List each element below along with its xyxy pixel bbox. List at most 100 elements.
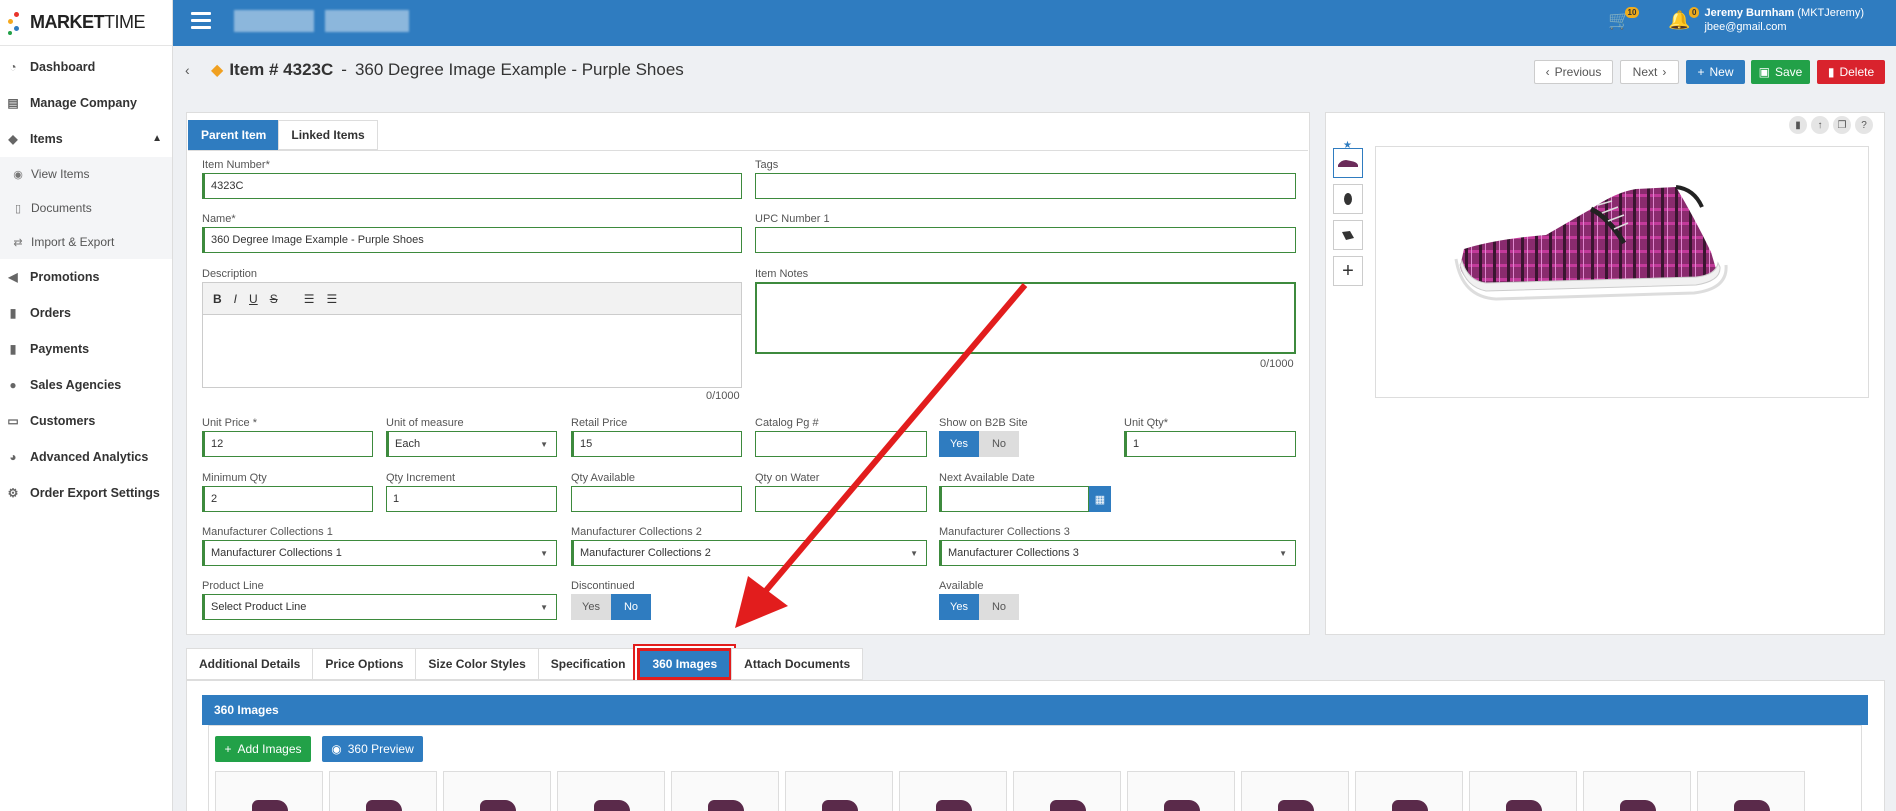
tab-additional-details[interactable]: Additional Details [186,648,314,680]
sidebar-subitem-view-items[interactable]: ◉ View Items [0,157,172,191]
tab-attach-documents[interactable]: Attach Documents [731,648,864,680]
tab-parent-item[interactable]: Parent Item [188,120,280,150]
item-notes-textarea[interactable] [755,282,1296,354]
360-image-thumbnail[interactable] [1697,771,1805,811]
sidebar-item-manage-company[interactable]: ▤ Manage Company [0,85,172,121]
sidebar-item-label: Customers [30,414,96,428]
360-image-thumbnail[interactable] [1127,771,1235,811]
sidebar-item-label: Order Export Settings [30,486,160,500]
sidebar-item-promotions[interactable]: ◀ Promotions [0,259,172,295]
unit-of-measure-value: Each [395,438,421,450]
b2b-no-option[interactable]: No [979,431,1019,457]
360-image-thumbnail[interactable] [215,771,323,811]
megaphone-icon: ◀ [8,270,18,284]
file-icon: ▮ [9,306,17,320]
item-tabs: Parent Item Linked Items [188,120,378,150]
manufacturer-collections-1-select[interactable]: Manufacturer Collections 1 ▼ [202,540,557,566]
360-image-thumbnail[interactable] [329,771,437,811]
name-field[interactable]: 360 Degree Image Example - Purple Shoes [202,227,742,253]
description-editor[interactable]: B I U S ☰ ☰ [202,282,742,388]
tags-field[interactable] [755,173,1296,199]
bullet-list-icon[interactable]: ☰ [326,292,337,306]
sidebar-item-orders[interactable]: ▮ Orders [0,295,172,331]
unit-of-measure-select[interactable]: Each ▼ [386,431,557,457]
add-images-button[interactable]: + Add Images [215,736,311,762]
360-image-thumbnail[interactable] [785,771,893,811]
qty-increment-field[interactable]: 1 [386,486,557,512]
upload-icon[interactable]: ↑ [1811,116,1829,134]
item-number-field[interactable]: 4323C [202,173,742,199]
delete-button[interactable]: ▮ Delete [1817,60,1885,84]
italic-icon[interactable]: I [234,292,237,306]
sidebar-item-items[interactable]: ◆ Items ▲ [0,121,172,157]
primary-image-thumbnail[interactable]: ★ [1333,140,1363,178]
360-image-thumbnail[interactable] [671,771,779,811]
cart-icon[interactable]: 🛒 10 [1608,7,1640,31]
sidebar-subitem-documents[interactable]: ▯ Documents [0,191,172,225]
item-image-preview[interactable] [1375,146,1869,398]
sidebar-item-sales-agencies[interactable]: ● Sales Agencies [0,367,172,403]
available-toggle[interactable]: Yes No [939,594,1019,620]
360-image-thumbnail[interactable] [1583,771,1691,811]
360-image-thumbnail[interactable] [443,771,551,811]
360-image-thumbnail[interactable] [1469,771,1577,811]
manufacturer-collections-2-select[interactable]: Manufacturer Collections 2 ▼ [571,540,927,566]
minimum-qty-field[interactable]: 2 [202,486,373,512]
image-thumbnail-3[interactable] [1333,220,1363,250]
back-chevron-icon[interactable]: ‹ [185,62,190,78]
360-image-thumbnail[interactable] [1013,771,1121,811]
upc-field[interactable] [755,227,1296,253]
discontinued-toggle[interactable]: Yes No [571,594,651,620]
qty-on-water-field[interactable] [755,486,927,512]
show-b2b-toggle[interactable]: Yes No [939,431,1019,457]
360-image-thumbnail[interactable] [1355,771,1463,811]
sidebar-item-customers[interactable]: ▭ Customers [0,403,172,439]
new-button[interactable]: + New [1686,60,1745,84]
calendar-icon[interactable]: ▦ [1089,486,1111,512]
discontinued-yes-option[interactable]: Yes [571,594,611,620]
help-icon[interactable]: ? [1855,116,1873,134]
unit-qty-field[interactable]: 1 [1124,431,1296,457]
sidebar-item-dashboard[interactable]: ◔ Dashboard [0,49,172,85]
sidebar-item-advanced-analytics[interactable]: ◕ Advanced Analytics [0,439,172,475]
available-no-option[interactable]: No [979,594,1019,620]
qty-available-field[interactable] [571,486,742,512]
360-image-thumbnail[interactable] [1241,771,1349,811]
bell-icon[interactable]: 🔔 0 [1668,7,1700,31]
360-preview-button[interactable]: ◉ 360 Preview [322,736,423,762]
marketime-logo[interactable]: MARKET TIME [0,0,172,46]
image-thumbnail-2[interactable] [1333,184,1363,214]
catalog-page-field[interactable] [755,431,927,457]
tab-specification[interactable]: Specification [537,648,639,680]
user-menu[interactable]: Jeremy Burnham (MKTJeremy) jbee@gmail.co… [1704,6,1864,34]
unit-price-field[interactable]: 12 [202,431,373,457]
discontinued-no-option[interactable]: No [611,594,651,620]
360-image-thumbnail[interactable] [557,771,665,811]
next-available-date-field[interactable] [939,486,1089,512]
product-line-select[interactable]: Select Product Line ▼ [202,594,557,620]
next-button[interactable]: Next › [1620,60,1679,84]
hamburger-menu-icon[interactable] [191,12,211,30]
chevron-left-icon: ‹ [1545,65,1550,79]
underline-icon[interactable]: U [249,292,258,306]
available-yes-option[interactable]: Yes [939,594,979,620]
save-button[interactable]: ▣ Save [1751,60,1810,84]
sidebar-item-order-export-settings[interactable]: ⚙ Order Export Settings [0,475,172,511]
tab-size-color-styles[interactable]: Size Color Styles [415,648,539,680]
tab-360-images[interactable]: 360 Images [637,648,733,680]
tab-price-options[interactable]: Price Options [312,648,417,680]
trash-icon[interactable]: ▮ [1789,116,1807,134]
manufacturer-collections-3-select[interactable]: Manufacturer Collections 3 ▼ [939,540,1296,566]
strikethrough-icon[interactable]: S [270,292,278,306]
previous-button[interactable]: ‹ Previous [1534,60,1613,84]
sidebar-item-payments[interactable]: ▮ Payments [0,331,172,367]
sidebar-subitem-import-export[interactable]: ⇄ Import & Export [0,225,172,259]
bold-icon[interactable]: B [213,292,222,306]
retail-price-field[interactable]: 15 [571,431,742,457]
ordered-list-icon[interactable]: ☰ [304,292,315,306]
tab-linked-items[interactable]: Linked Items [278,120,378,150]
copy-icon[interactable]: ❐ [1833,116,1851,134]
add-image-button[interactable]: + [1333,256,1363,286]
b2b-yes-option[interactable]: Yes [939,431,979,457]
360-image-thumbnail[interactable] [899,771,1007,811]
